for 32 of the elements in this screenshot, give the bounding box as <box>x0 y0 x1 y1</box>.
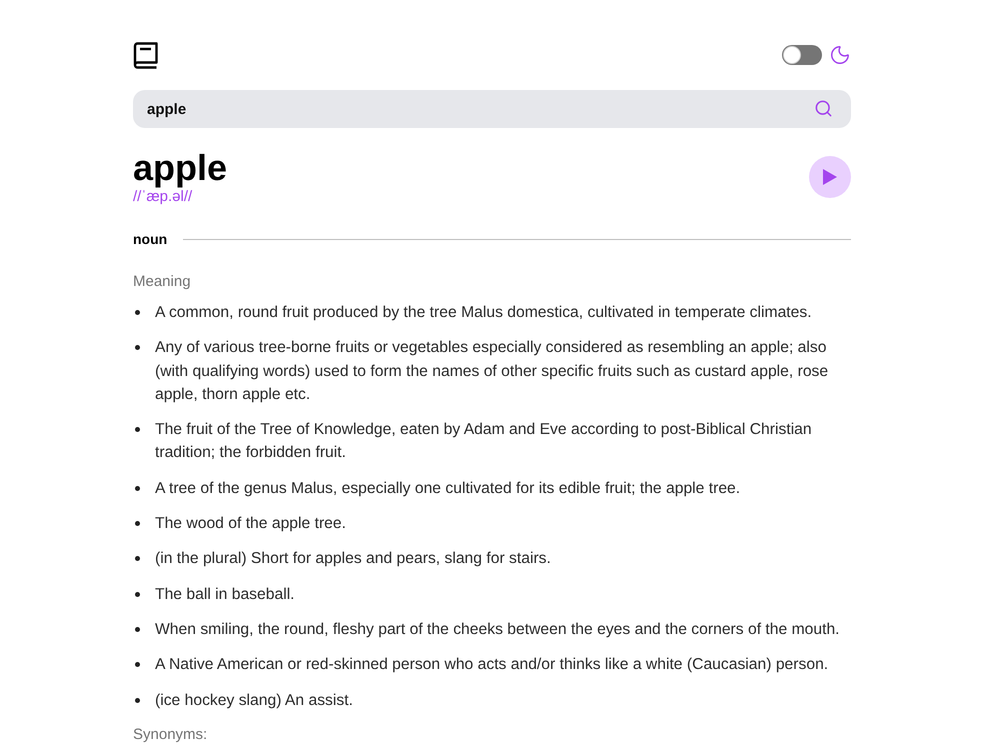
definition-text: A tree of the genus Malus, especially one cultivated for its edible fruit; the apple tree. <box>155 478 740 499</box>
theme-toggle[interactable] <box>782 45 822 65</box>
play-button[interactable] <box>809 156 851 198</box>
search-icon[interactable] <box>814 99 833 118</box>
definition-text: Any of various tree-borne fruits or vegetables especially considered as resembling an apple; also (with qualifying words) used to form the names of other specific fruits such as custard apple, rose apple, thorn apple etc. <box>155 338 830 405</box>
definition-text: A Native American or red-skinned person who acts and/or thinks like a white (Caucasian) person. <box>155 655 828 676</box>
section-heading: Synonyms: <box>133 724 208 745</box>
bullet-icon <box>135 521 140 526</box>
bullet-icon <box>135 486 140 491</box>
bullet-icon <box>135 662 140 668</box>
definition-text: (in the plural) Short for apples and pears, slang for stairs. <box>155 549 551 570</box>
bullet-icon <box>135 345 140 350</box>
bullet-icon <box>135 310 140 315</box>
bullet-icon <box>135 698 140 703</box>
book-icon <box>133 42 159 68</box>
play-icon <box>823 169 837 185</box>
definition-text: A common, round fruit produced by the tree Malus domestica, cultivated in temperate climates. <box>155 303 812 323</box>
definition-text: The fruit of the Tree of Knowledge, eaten by Adam and Eve according to post-Biblical Christian tradition; the forbidden fruit. <box>155 420 813 464</box>
bullet-icon <box>135 592 140 597</box>
definition-text: The ball in baseball. <box>155 584 295 605</box>
phonetic-text: //ˈæp.əl// <box>133 188 194 206</box>
definition-text: When smiling, the round, fleshy part of the cheeks between the eyes and the corners of the mouth. <box>155 620 840 640</box>
moon-icon[interactable] <box>829 44 851 66</box>
search-field[interactable]: apple <box>133 90 851 128</box>
part-of-speech: noun <box>133 230 168 248</box>
definition-text: (ice hockey slang) An assist. <box>155 690 353 711</box>
bullet-icon <box>135 556 140 562</box>
definition-text: The wood of the apple tree. <box>155 514 346 534</box>
bullet-icon <box>135 626 140 632</box>
bullet-icon <box>135 427 140 432</box>
headword: apple <box>133 148 228 188</box>
section-heading: Meaning <box>133 272 192 292</box>
